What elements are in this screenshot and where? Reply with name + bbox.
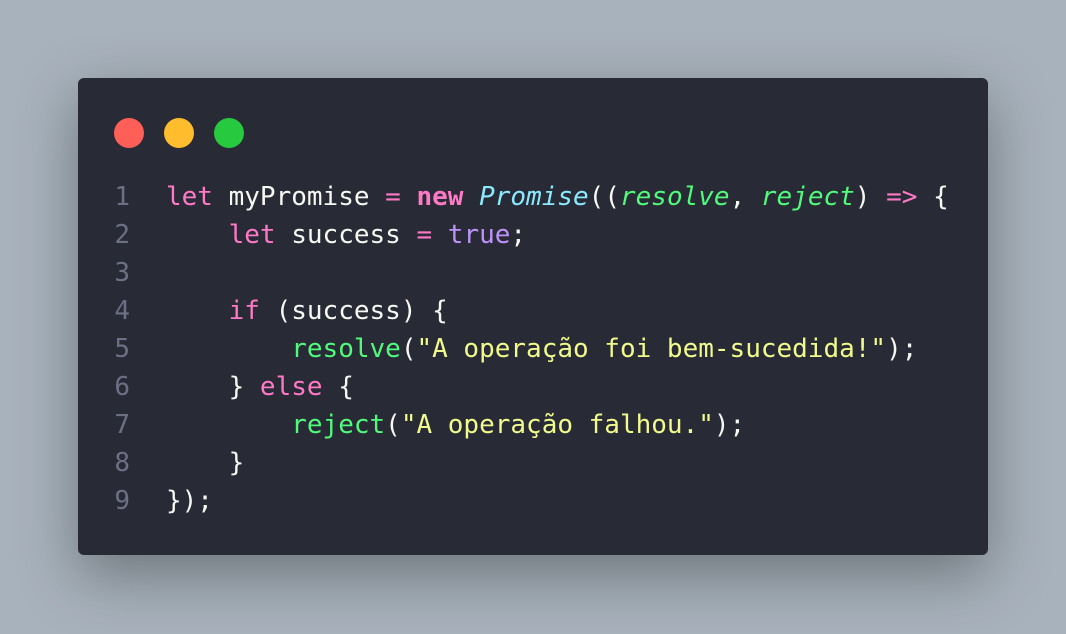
code-token: myPromise — [212, 182, 386, 212]
code-token: = — [385, 182, 401, 212]
code-token: ); — [886, 334, 918, 364]
line-number: 6 — [114, 372, 130, 402]
code-token: resolve — [291, 334, 401, 364]
code-token: (success) { — [259, 296, 448, 326]
code-line: 3 — [78, 254, 988, 292]
window-controls — [114, 118, 244, 148]
maximize-dot-icon[interactable] — [214, 118, 244, 148]
line-source: let myPromise = new Promise((resolve, re… — [166, 178, 949, 216]
line-source: if (success) { — [166, 292, 448, 330]
code-token: } — [166, 448, 245, 478]
line-source: }); — [166, 482, 213, 520]
code-line: 7 reject("A operação falhou."); — [78, 406, 988, 444]
code-token: "A operação foi bem-sucedida!" — [416, 334, 887, 364]
line-number: 3 — [114, 258, 130, 288]
code-token: let — [166, 182, 213, 212]
code-token: reject — [760, 182, 855, 212]
code-line: 6 } else { — [78, 368, 988, 406]
code-line: 5 resolve("A operação foi bem-sucedida!"… — [78, 330, 988, 368]
line-source: let success = true; — [166, 216, 526, 254]
minimize-dot-icon[interactable] — [164, 118, 194, 148]
code-token: Promise — [479, 182, 589, 212]
line-number: 9 — [114, 486, 130, 516]
code-token: reject — [291, 410, 386, 440]
code-token: { — [917, 182, 949, 212]
line-source: reject("A operação falhou."); — [166, 406, 745, 444]
line-source: } else { — [166, 368, 354, 406]
line-number: 7 — [114, 410, 130, 440]
code-line: 4 if (success) { — [78, 292, 988, 330]
close-dot-icon[interactable] — [114, 118, 144, 148]
code-token: { — [322, 372, 354, 402]
code-token: (( — [588, 182, 620, 212]
code-token: ( — [400, 334, 417, 364]
code-line: 2 let success = true; — [78, 216, 988, 254]
code-token: => — [886, 182, 918, 212]
code-token: } — [166, 372, 260, 402]
code-token: success — [275, 220, 417, 250]
code-token: new — [416, 182, 464, 212]
code-token: if — [228, 296, 260, 326]
line-number: 2 — [114, 220, 130, 250]
line-number: 8 — [114, 448, 130, 478]
line-source: } — [166, 444, 245, 482]
code-token: , — [729, 182, 761, 212]
code-token: ); — [713, 410, 746, 440]
code-line: 8 } — [78, 444, 988, 482]
code-token: ) — [854, 182, 887, 212]
code-line: 1 let myPromise = new Promise((resolve, r… — [78, 178, 988, 216]
line-number: 4 — [114, 296, 130, 326]
code-token: true — [447, 220, 511, 250]
code-token: else — [259, 372, 323, 402]
line-number: 1 — [114, 182, 130, 212]
code-token: "A operação falhou." — [400, 410, 714, 440]
code-token: = — [416, 220, 433, 250]
code-token: ( — [385, 410, 401, 440]
code-token: }); — [166, 486, 213, 516]
code-token: let — [228, 220, 276, 250]
code-window: 1 let myPromise = new Promise((resolve, r… — [78, 78, 988, 555]
code-line: 9}); — [78, 482, 988, 520]
code-token: ; — [510, 220, 527, 250]
code-token: resolve — [619, 182, 730, 212]
line-source: resolve("A operação foi bem-sucedida!"); — [166, 330, 917, 368]
line-number: 5 — [114, 334, 130, 364]
code-block: 1 let myPromise = new Promise((resolve, r… — [78, 178, 988, 520]
